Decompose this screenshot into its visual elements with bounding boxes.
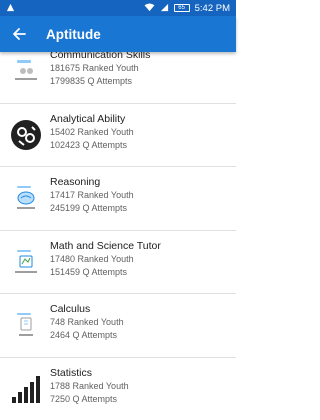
item-ranked: 15402 Ranked Youth	[50, 126, 134, 137]
status-bar: 65 5:42 PM	[0, 0, 236, 16]
battery-icon: 65	[173, 4, 190, 12]
list-item-statistics[interactable]: Statistics 1788 Ranked Youth 7250 Q Atte…	[0, 358, 236, 420]
item-attempts: 1799835 Q Attempts	[50, 76, 133, 86]
item-ranked: 1788 Ranked Youth	[50, 380, 129, 391]
item-attempts: 102423 Q Attempts	[50, 139, 128, 150]
reasoning-brain-icon	[10, 182, 42, 214]
signal-icon	[160, 3, 169, 14]
item-title: Calculus	[50, 303, 91, 315]
status-time: 5:42 PM	[194, 2, 230, 14]
analytical-ability-icon	[10, 119, 42, 151]
item-title: Communication Skills	[50, 52, 151, 61]
list-item-reasoning[interactable]: Reasoning 17417 Ranked Youth 245199 Q At…	[0, 167, 236, 231]
page-title: Aptitude	[46, 26, 101, 42]
list-item-communication-skills[interactable]: Communication Skills 181675 Ranked Youth…	[0, 52, 236, 104]
statistics-bar-chart-icon	[10, 373, 42, 405]
item-attempts: 151459 Q Attempts	[50, 266, 128, 277]
item-title: Statistics	[50, 366, 93, 379]
wifi-icon	[144, 2, 155, 14]
arrow-back-icon[interactable]	[10, 25, 28, 43]
item-ranked: 748 Ranked Youth	[50, 317, 124, 327]
item-attempts: 2464 Q Attempts	[50, 330, 118, 340]
aptitude-list: Communication Skills 181675 Ranked Youth…	[0, 52, 236, 420]
item-title: Analytical Ability	[50, 112, 126, 125]
item-ranked: 181675 Ranked Youth	[50, 63, 139, 73]
list-item-analytical-ability[interactable]: Analytical Ability 15402 Ranked Youth 10…	[0, 104, 236, 167]
list-item-calculus[interactable]: Calculus 748 Ranked Youth 2464 Q Attempt…	[0, 294, 236, 358]
communication-skills-icon	[10, 55, 42, 87]
item-attempts: 245199 Q Attempts	[50, 203, 128, 213]
item-ranked: 17480 Ranked Youth	[50, 253, 134, 264]
calculus-icon	[10, 309, 42, 341]
item-title: Math and Science Tutor	[50, 239, 161, 252]
math-science-icon	[10, 246, 42, 278]
app-bar: Aptitude	[0, 16, 236, 52]
item-attempts: 7250 Q Attempts	[50, 393, 118, 404]
notification-icon	[6, 3, 15, 14]
item-ranked: 17417 Ranked Youth	[50, 190, 134, 200]
item-title: Reasoning	[50, 176, 101, 188]
list-item-math-and-science-tutor[interactable]: Math and Science Tutor 17480 Ranked Yout…	[0, 231, 236, 294]
